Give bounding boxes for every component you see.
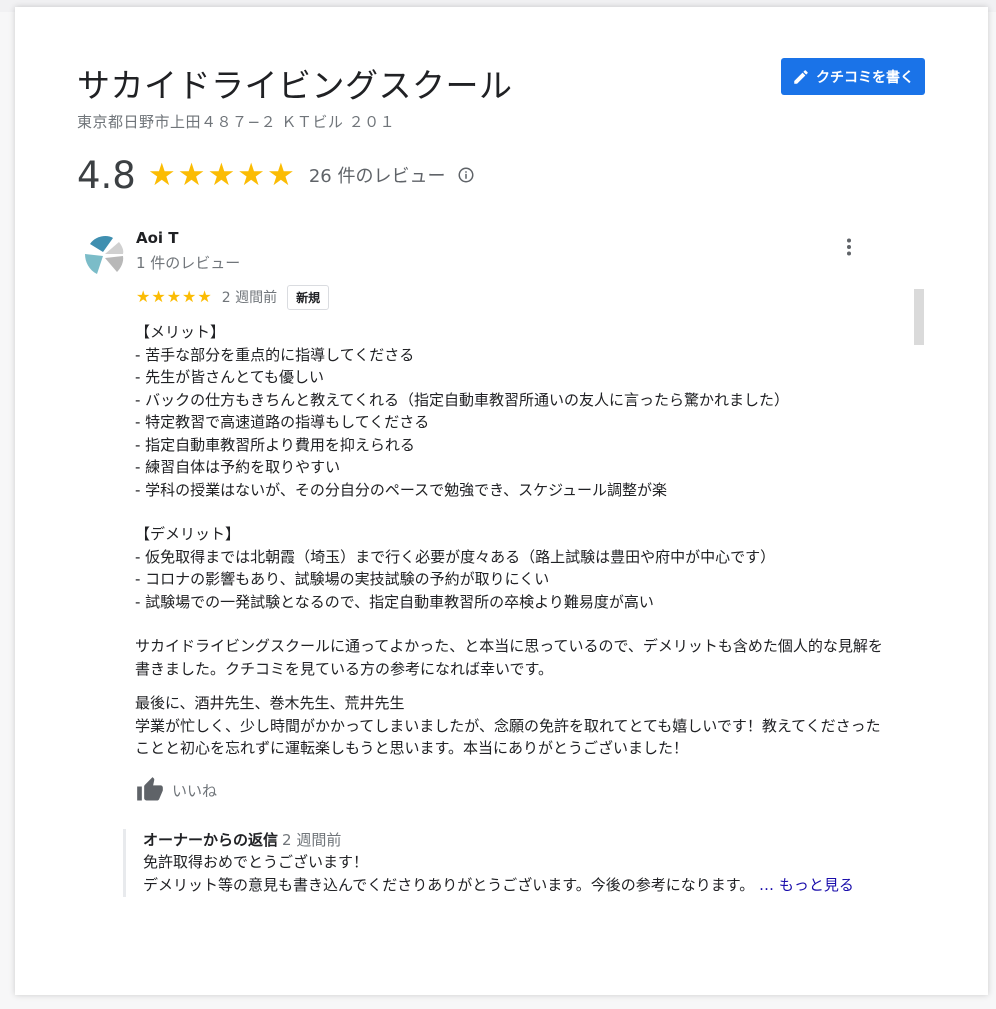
business-address: 東京都日野市上田４８７−２ ＫＴビル ２０１: [77, 113, 396, 131]
star-icon: ★: [267, 156, 295, 193]
review-time: 2 週間前: [221, 290, 278, 306]
star-icon: ★: [182, 287, 197, 306]
scrollbar-thumb[interactable]: [914, 289, 924, 345]
rating-stars: ★ ★ ★ ★ ★: [147, 156, 295, 193]
reviews-dialog: サカイドライビングスクール 東京都日野市上田４８７−２ ＫＴビル ２０１ クチコ…: [15, 7, 988, 995]
review-closing: 最後に、酒井先生、巻木先生、荒井先生 学業が忙しく、少し時間がかかってしまいまし…: [135, 694, 881, 757]
write-review-label: クチコミを書く: [816, 69, 914, 86]
star-icon: ★: [151, 287, 166, 306]
business-name: サカイドライビングスクール: [77, 66, 513, 105]
owner-reply-header: オーナーからの返信 2 週間前: [143, 829, 903, 851]
new-badge: 新規: [287, 284, 330, 310]
star-icon: ★: [197, 287, 212, 306]
average-rating: 4.8: [77, 153, 136, 197]
star-icon: ★: [166, 287, 182, 306]
review-summary: サカイドライビングスクールに通ってよかった、と本当に思っているので、デメリットも…: [135, 637, 883, 678]
review-count: 26 件のレビュー: [308, 166, 446, 187]
owner-reply-time: 2 週間前: [282, 831, 342, 849]
review-meta: ★ ★ ★ ★ ★ 2 週間前 新規: [136, 284, 330, 310]
like-button[interactable]: いいね: [136, 776, 217, 804]
owner-reply-title: オーナーからの返信: [143, 831, 279, 849]
more-link[interactable]: … もっと見る: [759, 876, 854, 894]
review-demerits: 【デメリット】 - 仮免取得までは北朝霞（埼玉）まで行く必要が度々ある（路上試験…: [135, 525, 776, 611]
owner-reply-text: 免許取得おめでとうございます！ デメリット等の意見も書き込んでくださりありがとう…: [143, 851, 903, 897]
author-review-count: 1 件のレビュー: [136, 254, 241, 272]
thumbs-up-icon: [137, 777, 163, 801]
owner-reply-body: 免許取得おめでとうございます！ デメリット等の意見も書き込んでくださりありがとう…: [143, 853, 755, 894]
more-vert-icon[interactable]: [837, 235, 861, 259]
star-icon: ★: [136, 287, 151, 306]
review-author[interactable]: Aoi T: [136, 229, 179, 247]
review-stars: ★ ★ ★ ★ ★: [136, 289, 212, 305]
star-icon: ★: [177, 156, 206, 193]
star-icon: ★: [147, 156, 176, 193]
write-review-button[interactable]: クチコミを書く: [781, 58, 925, 95]
star-icon: ★: [207, 156, 236, 193]
star-icon: ★: [237, 156, 266, 193]
review-body: 【メリット】 - 苦手な部分を重点的に指導してくださる - 先生が皆さんとても優…: [135, 321, 895, 760]
like-label: いいね: [172, 781, 218, 800]
pencil-icon: [794, 69, 808, 84]
rating-summary: 4.8 ★ ★ ★ ★ ★ 26 件のレビュー: [77, 153, 475, 197]
owner-reply: オーナーからの返信 2 週間前 免許取得おめでとうございます！ デメリット等の意見…: [123, 829, 903, 897]
review-merits: 【メリット】 - 苦手な部分を重点的に指導してくださる - 先生が皆さんとても優…: [135, 323, 789, 499]
avatar[interactable]: [81, 232, 125, 276]
info-icon[interactable]: [457, 166, 475, 184]
